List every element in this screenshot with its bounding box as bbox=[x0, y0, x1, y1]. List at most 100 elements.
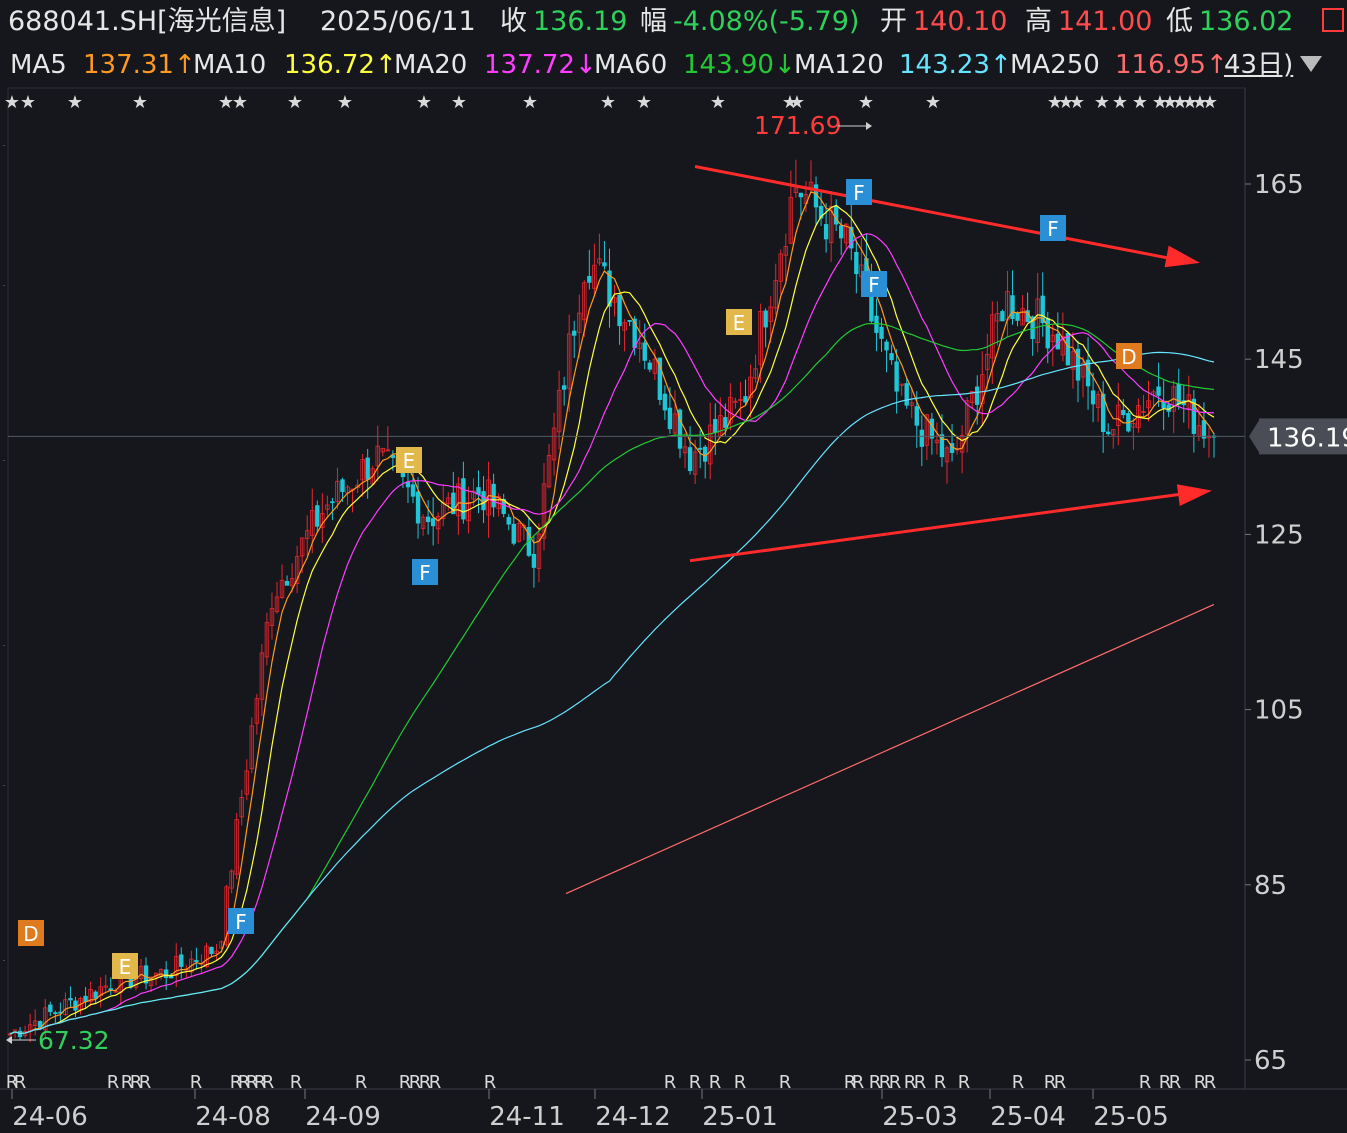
candle-body bbox=[405, 481, 411, 488]
candle-body bbox=[511, 523, 516, 544]
ma5-label: MA5 bbox=[10, 50, 67, 80]
top-star-marker: ★ bbox=[4, 92, 20, 113]
top-star-marker: ★ bbox=[522, 92, 538, 113]
candle-body bbox=[697, 447, 703, 450]
top-star-marker: ★ bbox=[789, 92, 805, 113]
bottom-r-marker: R bbox=[429, 1072, 442, 1093]
candle-body bbox=[425, 516, 431, 523]
top-star-marker: ★ bbox=[287, 92, 303, 113]
price-tag-arrow bbox=[1249, 420, 1259, 453]
candle-body bbox=[430, 518, 436, 527]
candle-body bbox=[73, 1000, 78, 1011]
candle-body bbox=[889, 353, 894, 361]
stock-code: 688041.SH[海光信息] bbox=[8, 6, 287, 37]
candle-body bbox=[627, 320, 632, 322]
ma250-line bbox=[565, 603, 1215, 895]
y-tick-label: 125 bbox=[1254, 520, 1304, 550]
top-star-marker: ★ bbox=[132, 92, 148, 113]
ma5-value: 137.31↑ bbox=[83, 50, 196, 80]
candle-body bbox=[914, 406, 919, 426]
bottom-r-marker: R bbox=[1169, 1072, 1182, 1093]
signal-marker-label: D bbox=[1121, 345, 1136, 369]
period-selector[interactable]: 43日) bbox=[1224, 44, 1293, 86]
change-label: 幅 bbox=[640, 6, 667, 37]
min-price-label: 67.32 bbox=[38, 1026, 110, 1055]
top-star-marker: ★ bbox=[925, 92, 941, 113]
bottom-r-marker: R bbox=[664, 1072, 677, 1093]
candle-body bbox=[572, 330, 577, 336]
candle-body bbox=[68, 998, 73, 1001]
low-value: 136.02 bbox=[1199, 6, 1294, 37]
top-star-marker: ★ bbox=[600, 92, 616, 113]
candle-body bbox=[763, 310, 768, 328]
current-price-label: 136.19 bbox=[1267, 423, 1347, 453]
signal-marker-label: F bbox=[1047, 217, 1059, 241]
ma20-line bbox=[9, 233, 1215, 1035]
candle-body bbox=[1156, 386, 1161, 396]
candle-body bbox=[561, 385, 567, 390]
candle-body bbox=[617, 294, 622, 327]
candle-body bbox=[743, 396, 748, 403]
change-value: -4.08%(-5.79) bbox=[673, 6, 860, 37]
top-star-marker: ★ bbox=[337, 92, 353, 113]
candle-body bbox=[874, 315, 879, 333]
bottom-r-marker: R bbox=[914, 1072, 927, 1093]
x-tick-label: 24-06 bbox=[12, 1102, 88, 1132]
bottom-r-marker: R bbox=[852, 1072, 865, 1093]
y-tick-label: 65 bbox=[1254, 1046, 1287, 1076]
signal-marker-label: E bbox=[119, 955, 132, 979]
candle-body bbox=[1106, 431, 1111, 435]
ma-legend-bar: MA5 137.31↑ MA10 136.72↑ MA20 137.72↓ MA… bbox=[0, 44, 1347, 86]
candle-body bbox=[687, 447, 693, 472]
trend-line bbox=[689, 490, 1201, 563]
trend-line bbox=[694, 165, 1189, 264]
candle-body bbox=[506, 517, 511, 525]
quote-date: 2025/06/11 bbox=[320, 6, 476, 37]
candle-body bbox=[904, 383, 909, 406]
signal-marker-label: F bbox=[419, 561, 431, 585]
candle-body bbox=[53, 1012, 58, 1015]
candle-body bbox=[642, 342, 647, 361]
bottom-r-marker: R bbox=[484, 1072, 497, 1093]
top-star-marker: ★ bbox=[20, 92, 36, 113]
candle-body bbox=[662, 393, 668, 411]
ma250-value: 116.95↑ bbox=[1115, 50, 1228, 80]
bottom-r-marker: R bbox=[1139, 1072, 1152, 1093]
candle-body bbox=[647, 362, 652, 370]
chevron-down-icon[interactable] bbox=[1300, 56, 1322, 72]
candle-body bbox=[93, 991, 98, 999]
candle-body bbox=[879, 326, 884, 339]
bottom-r-marker: R bbox=[262, 1072, 275, 1093]
y-tick-label: 165 bbox=[1254, 170, 1304, 200]
close-value: 136.19 bbox=[533, 6, 628, 37]
candle-body bbox=[1045, 317, 1050, 349]
candle-body bbox=[340, 479, 345, 493]
top-star-marker: ★ bbox=[1094, 92, 1110, 113]
bottom-r-marker: R bbox=[355, 1072, 368, 1093]
x-tick-label: 25-04 bbox=[990, 1102, 1066, 1132]
max-price-label: 171.69 bbox=[754, 111, 841, 140]
bottom-r-marker: R bbox=[1054, 1072, 1067, 1093]
top-star-marker: ★ bbox=[1069, 92, 1085, 113]
bottom-r-marker: R bbox=[734, 1072, 747, 1093]
candle-body bbox=[1010, 295, 1015, 319]
candle-body bbox=[48, 1004, 53, 1012]
candle-body bbox=[798, 192, 804, 198]
restore-icon[interactable] bbox=[1322, 8, 1344, 32]
signal-marker-label: F bbox=[235, 910, 247, 934]
max-arrowhead bbox=[866, 122, 872, 130]
candle-body bbox=[667, 407, 673, 430]
bottom-r-marker: R bbox=[290, 1072, 303, 1093]
x-tick-label: 24-11 bbox=[489, 1102, 565, 1132]
open-value: 140.10 bbox=[913, 6, 1008, 37]
top-star-marker: ★ bbox=[636, 92, 652, 113]
top-star-marker: ★ bbox=[1112, 92, 1128, 113]
bottom-r-marker: R bbox=[779, 1072, 792, 1093]
signal-marker-label: D bbox=[23, 922, 38, 946]
candle-body bbox=[531, 553, 537, 568]
bottom-r-marker: R bbox=[689, 1072, 702, 1093]
x-tick-label: 25-03 bbox=[882, 1102, 958, 1132]
high-value: 141.00 bbox=[1058, 6, 1153, 37]
ma10-value: 136.72↑ bbox=[284, 50, 397, 80]
kline-chart[interactable]: 165 145 125 105 85 65 24-06 24-08 24-09 24-11 24-1… bbox=[0, 86, 1347, 1133]
